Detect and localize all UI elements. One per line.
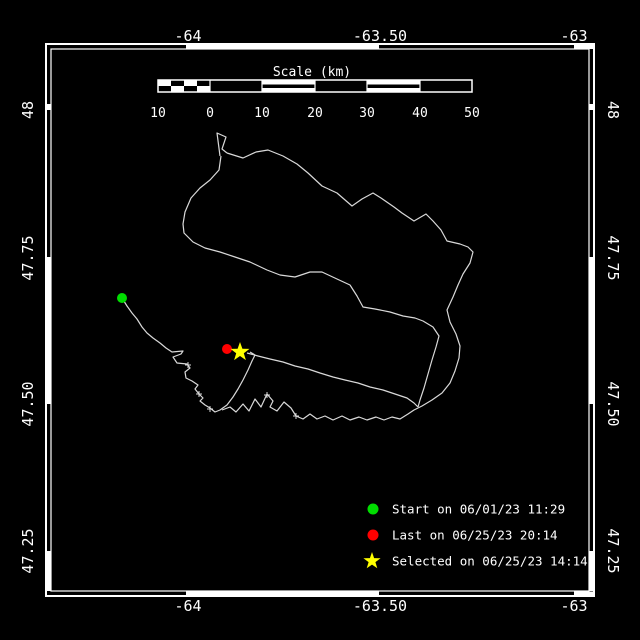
- axis-label-left-2: 47.50: [19, 381, 37, 426]
- track-segment-1: [226, 149, 474, 409]
- scale-bar-number-6: 50: [464, 106, 480, 121]
- start-point-marker[interactable]: [117, 293, 127, 303]
- gps-track: [121, 132, 474, 421]
- axis-label-left-3: 47.25: [19, 528, 37, 573]
- axis-label-right-3: 47.25: [604, 528, 622, 573]
- legend-star-icon: [363, 552, 381, 569]
- axis-label-bottom-1: -63.50: [353, 597, 407, 615]
- axis-label-right-1: 47.75: [604, 235, 622, 280]
- axis-label-top-0: -64: [174, 27, 201, 45]
- scale-bar-number-3: 20: [307, 106, 323, 121]
- scale-bar-number-5: 40: [412, 106, 428, 121]
- legend: Start on 06/01/23 11:29 Last on 06/25/23 …: [363, 502, 588, 569]
- scale-bar-number-2: 10: [254, 106, 270, 121]
- fix-marker: [185, 362, 191, 368]
- track-segment-3: [121, 297, 256, 413]
- axis-label-top-2: -63: [560, 27, 587, 45]
- axis-label-left-0: 48: [19, 101, 37, 119]
- fix-marker: [293, 413, 299, 419]
- axis-label-top-1: -63.50: [353, 27, 407, 45]
- legend-label-2: Selected on 06/25/23 14:14: [392, 554, 588, 569]
- axis-label-left-1: 47.75: [19, 235, 37, 280]
- scale-bar-number-4: 30: [359, 106, 375, 121]
- scale-bar-labels: 10 0 10 20 30 40 50: [150, 106, 480, 121]
- axis-label-right-0: 48: [604, 101, 622, 119]
- map-plot: Scale (km) 10 0 10 20 30 40 50 -64 -63.50 -63 -64…: [19, 27, 622, 615]
- axis-label-bottom-0: -64: [174, 597, 201, 615]
- last-point-marker[interactable]: [222, 344, 232, 354]
- scale-bar: Scale (km) 10 0 10 20 30 40 50: [150, 65, 480, 121]
- scale-bar-stripes: [262, 80, 420, 92]
- scale-bar-number-1: 0: [206, 106, 214, 121]
- legend-marker-1: [367, 529, 379, 541]
- selected-point-marker[interactable]: [230, 342, 250, 361]
- legend-label-1: Last on 06/25/23 20:14: [392, 528, 558, 543]
- axis-label-right-2: 47.50: [604, 381, 622, 426]
- track-segment-2: [182, 155, 440, 408]
- scale-bar-title: Scale (km): [273, 65, 351, 80]
- track-segment-0: [216, 132, 228, 157]
- track-markers: [117, 293, 250, 361]
- track-segment-4: [246, 352, 419, 408]
- legend-label-0: Start on 06/01/23 11:29: [392, 502, 565, 517]
- axis-label-bottom-2: -63: [560, 597, 587, 615]
- scale-bar-checker: [158, 80, 210, 92]
- legend-marker-0: [367, 503, 379, 515]
- track-segment-5: [221, 393, 419, 421]
- map-viewport[interactable]: Scale (km) 10 0 10 20 30 40 50 -64 -63.50 -63 -64…: [0, 0, 640, 640]
- scale-bar-number-0: 10: [150, 106, 166, 121]
